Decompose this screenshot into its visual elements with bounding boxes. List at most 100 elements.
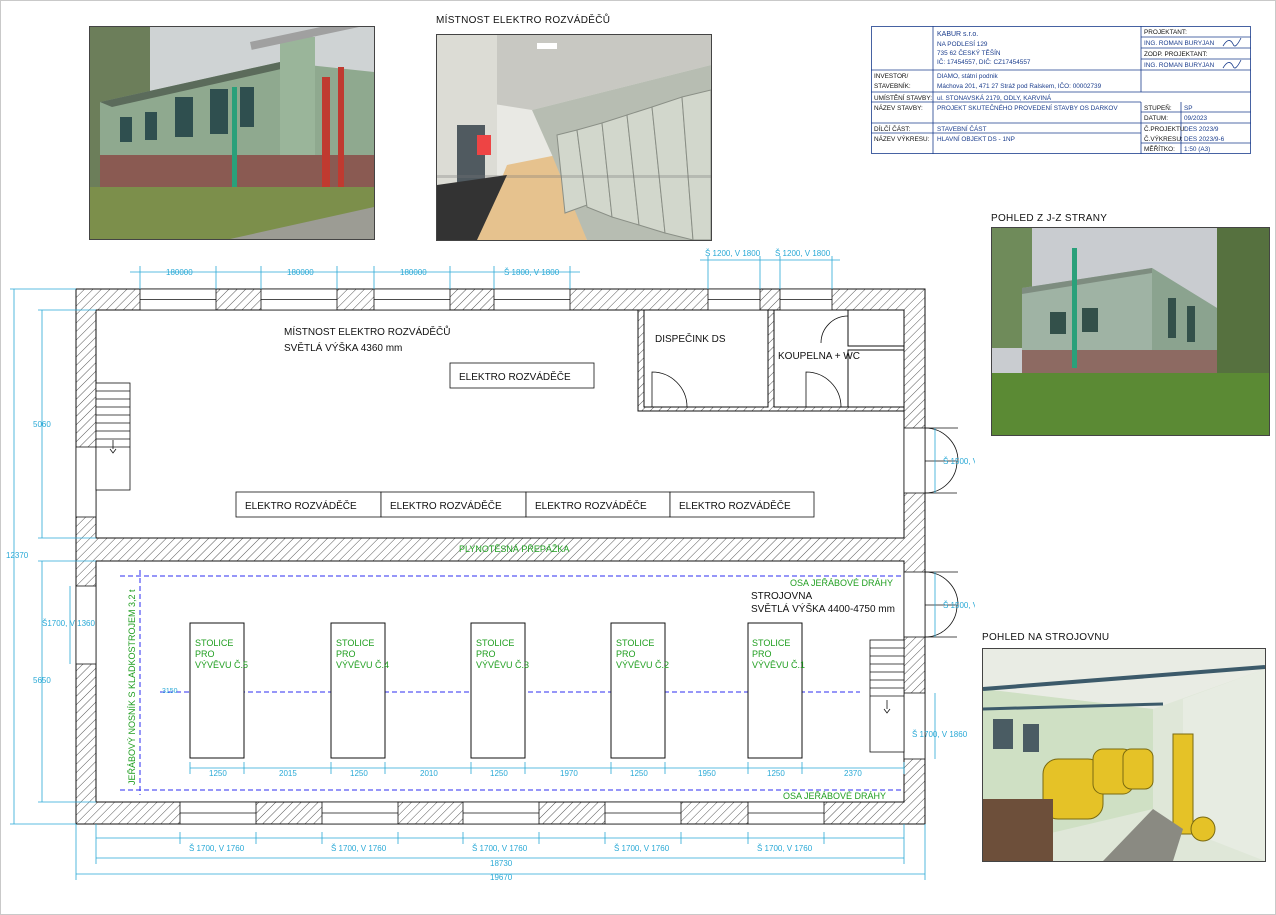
photo-switchgear-room	[436, 34, 712, 241]
stand-label-line2: PRO	[752, 649, 772, 659]
stand-label-5: VÝVĚVU Č.5	[195, 660, 248, 670]
tb-cprojektu-label: Č.PROJEKTU:	[1144, 124, 1186, 133]
stand-dim-label: 3150	[162, 688, 178, 695]
dim-chain-value: 1250	[350, 769, 368, 778]
stand-label-line2: PRO	[476, 649, 496, 659]
dim-right-door: Š 1500, V 2600	[943, 601, 975, 610]
dim-bottom-window: Š 1700, V 1760	[331, 844, 387, 853]
photo-view-sw-caption: POHLED Z J-Z STRANY	[991, 213, 1108, 224]
room-bath-label: KOUPELNA + WC	[778, 351, 860, 362]
dim-chain-value: 1970	[560, 769, 578, 778]
stand-label-line2: PRO	[336, 649, 356, 659]
dim-lower-height: 5650	[33, 676, 51, 685]
partition-label: PLYNOTĚSNÁ PŘEPÁŽKA	[459, 544, 569, 554]
tb-zodp-name: ING. ROMAN BURYJAN	[1144, 62, 1215, 69]
room-machine-name: STROJOVNA	[751, 591, 812, 602]
photo-view-sw	[991, 227, 1270, 436]
dim-chain-value: 1250	[209, 769, 227, 778]
tb-cvykresu-value: DES 2023/9-6	[1184, 136, 1225, 143]
dim-total-height: 12370	[6, 551, 29, 560]
tb-nazev-vykresu-value: HLAVNÍ OBJEKT DS - 1NP	[937, 134, 1015, 143]
tb-dilci-label: DÍLČÍ ČÁST:	[874, 124, 910, 133]
dim-chain-value: 1250	[630, 769, 648, 778]
photo-switchgear-caption: MÍSTNOST ELEKTRO ROZVÁDĚČŮ	[436, 15, 611, 26]
room-dispatch	[643, 309, 769, 408]
stand-label-1: VÝVĚVU Č.1	[752, 660, 805, 670]
dim-chain-value: 2010	[420, 769, 438, 778]
dim-top-window: 180000	[287, 268, 314, 277]
dim-chain-value: 1950	[698, 769, 716, 778]
tb-nazev-stavby-label: NÁZEV STAVBY:	[874, 103, 923, 112]
photo-engine-room-caption: POHLED NA STROJOVNU	[982, 632, 1110, 643]
cabinet-label: ELEKTRO ROZVÁDĚČE	[679, 499, 791, 512]
floor-plan: ELEKTRO ROZVÁDĚČE ELEKTRO ROZVÁDĚČE ELEK…	[0, 240, 999, 882]
dim-top-window: 180000	[400, 268, 427, 277]
crane-axis-bottom-label: OSA JEŘÁBOVÉ DRÁHY	[783, 791, 886, 801]
tb-company-name: KABUR s.r.o.	[937, 31, 978, 38]
stand-label-line1: STOLICE	[752, 638, 790, 648]
tb-company-ids: IČ: 17454557, DIČ: CZ17454557	[937, 57, 1031, 66]
tb-company-addr1: NA PODLESÍ 129	[937, 39, 988, 48]
tb-stavebnik-label: STAVEBNÍK:	[874, 81, 911, 90]
tb-nazev-stavby-value: PROJEKT SKUTEČNÉHO PROVEDENÍ STAVBY OS D…	[937, 103, 1118, 112]
tb-cvykresu-label: Č.VÝKRESU:	[1144, 134, 1183, 143]
room-switchgear-height: SVĚTLÁ VÝŠKA 4360 mm	[284, 341, 402, 354]
stand-label-3: VÝVĚVU Č.3	[476, 660, 529, 670]
dim-chain-value: 1250	[767, 769, 785, 778]
stand-label-line2: PRO	[195, 649, 215, 659]
room-machine-height: SVĚTLÁ VÝŠKA 4400-4750 mm	[751, 602, 895, 615]
dim-chain-value: 2015	[279, 769, 297, 778]
right-openings	[903, 427, 926, 760]
tb-stupen-label: STUPEŇ:	[1144, 103, 1172, 112]
tb-umisteni-label: UMÍSTĚNÍ STAVBY:	[874, 93, 932, 102]
cabinet-label-single: ELEKTRO ROZVÁDĚČE	[459, 370, 571, 383]
dim-bottom-window: Š 1700, V 1760	[757, 844, 813, 853]
dim-bottom-window: Š 1700, V 1760	[472, 844, 528, 853]
stand-label-4: VÝVĚVU Č.4	[336, 660, 389, 670]
stand-label-line1: STOLICE	[336, 638, 374, 648]
tb-cprojektu-value: DES 2023/9	[1184, 126, 1219, 133]
stand-label-line1: STOLICE	[476, 638, 514, 648]
tb-umisteni-value: ul. STONAVSKÁ 2179, ODLY, KARVINÁ	[937, 93, 1052, 102]
signature-icon	[1222, 37, 1242, 69]
crane-axis-top-label: OSA JEŘÁBOVÉ DRÁHY	[790, 578, 893, 588]
photo-engine-room	[982, 648, 1266, 862]
stand-label-line1: STOLICE	[195, 638, 233, 648]
tb-company-addr2: 735 62 ČESKÝ TĚŠÍN	[937, 48, 1001, 57]
room-switchgear-name: MÍSTNOST ELEKTRO ROZVÁDĚČŮ	[284, 325, 451, 338]
cabinet-label: ELEKTRO ROZVÁDĚČE	[245, 499, 357, 512]
dim-inner-width: 18730	[490, 859, 513, 868]
dim-left-window: Š1700, V 1360	[42, 619, 95, 628]
dim-top-window-right: Š 1200, V 1800	[775, 249, 831, 258]
room-wc-cubicle	[847, 309, 905, 347]
tb-meritko-label: MĚŘÍTKO:	[1144, 144, 1175, 153]
dim-right-door: Š 1500, V 2600	[943, 457, 975, 466]
tb-meritko-value: 1:50 (A3)	[1184, 146, 1210, 153]
tb-projektant-name: ING. ROMAN BURYJAN	[1144, 40, 1215, 47]
tb-datum-label: DATUM:	[1144, 115, 1168, 122]
dim-upper-height: 5060	[33, 420, 51, 429]
tb-stupen-value: SP	[1184, 105, 1193, 112]
dim-chain-value: 2370	[844, 769, 862, 778]
tb-datum-value: 09/2023	[1184, 115, 1208, 122]
tb-investor-addr: Máchova 201, 471 27 Stráž pod Ralskem, I…	[937, 81, 1102, 90]
stand-label-line1: STOLICE	[616, 638, 654, 648]
dim-bottom-window: Š 1700, V 1760	[189, 844, 245, 853]
dim-outer-width: 19670	[490, 873, 513, 880]
dim-top-window-right: Š 1200, V 1800	[705, 249, 761, 258]
stairs-left	[95, 382, 131, 491]
room-dispatch-label: DISPEČINK DS	[655, 332, 726, 345]
cabinet-label: ELEKTRO ROZVÁDĚČE	[535, 499, 647, 512]
tb-dilci-value: STAVEBNÍ ČÁST	[937, 124, 987, 133]
dim-bottom-window: Š 1700, V 1760	[614, 844, 670, 853]
tb-nazev-vykresu-label: NÁZEV VÝKRESU:	[874, 134, 930, 143]
title-block: KABUR s.r.o. NA PODLESÍ 129 735 62 ČESKÝ…	[871, 26, 1251, 154]
photo-building-exterior	[89, 26, 375, 240]
dim-top-window: Š 1800, V 1800	[504, 268, 560, 277]
dim-top-window: 180000	[166, 268, 193, 277]
cabinet-label: ELEKTRO ROZVÁDĚČE	[390, 499, 502, 512]
tb-investor-name: DIAMO, státní podnik	[937, 73, 999, 80]
crane-beam-label: JEŘÁBOVÝ NOSNÍK S KLADKOSTROJEM 3,2 t	[127, 589, 137, 785]
dim-right-window: Š 1700, V 1860	[912, 730, 968, 739]
stand-label-line2: PRO	[616, 649, 636, 659]
